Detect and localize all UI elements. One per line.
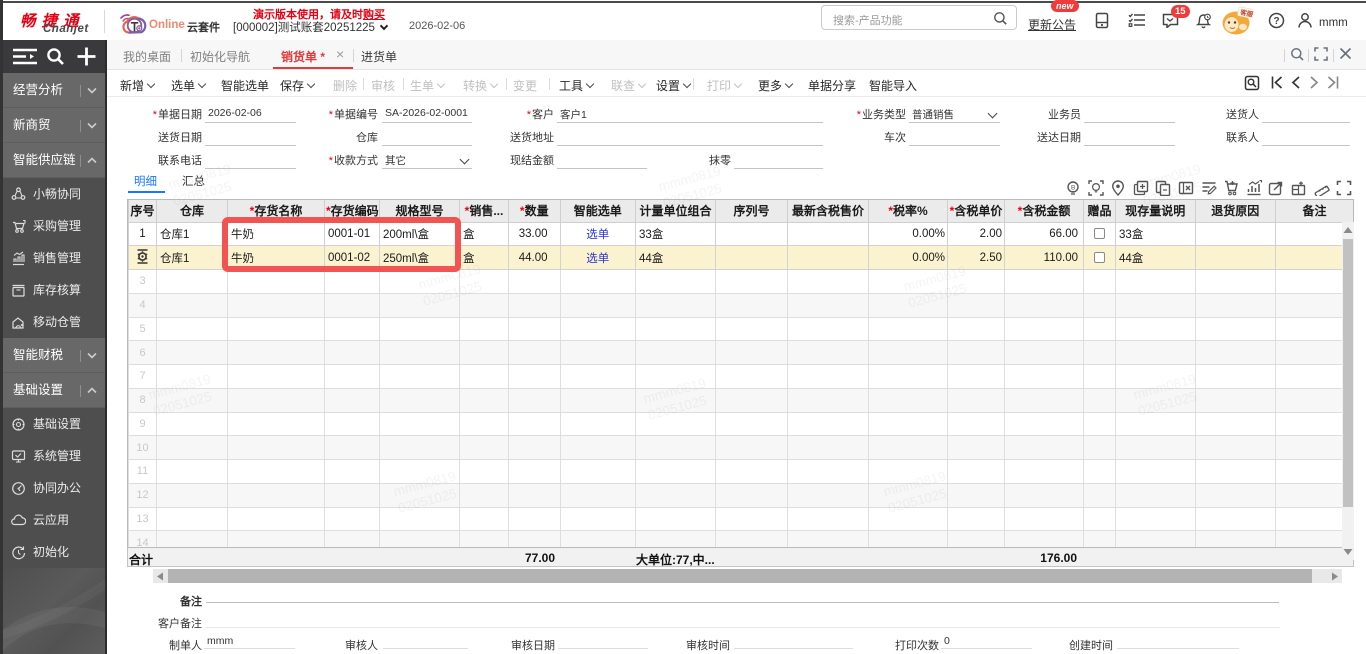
svg-text:B: B	[1071, 185, 1075, 192]
svg-text:?: ?	[1274, 16, 1280, 27]
